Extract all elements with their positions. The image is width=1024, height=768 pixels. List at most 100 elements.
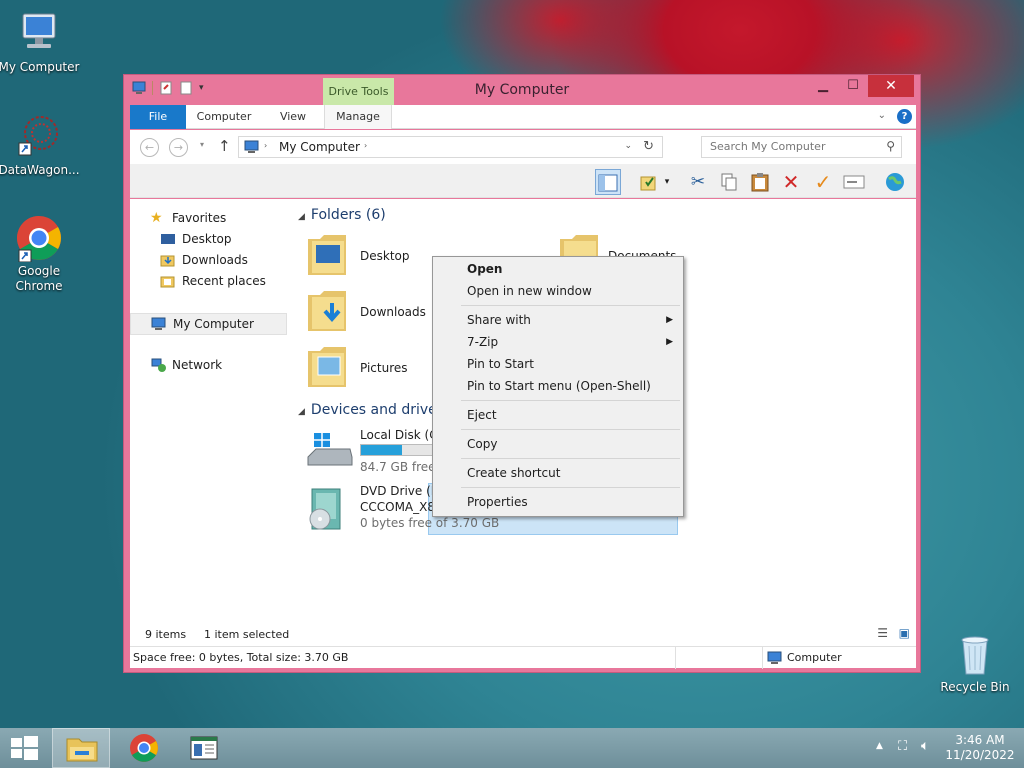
large-icons-view-icon[interactable]: ▣ [899,626,910,640]
folder-desktop-icon[interactable] [306,231,348,277]
devices-group-header[interactable]: ◢ Devices and drives [298,402,444,418]
forward-button[interactable]: → [169,138,188,157]
dropdown-icon[interactable]: ▾ [660,169,674,195]
collapse-icon[interactable]: ◢ [298,212,305,222]
network-icon [150,358,166,372]
folder-desktop-label[interactable]: Desktop [360,249,410,263]
menu-item-7zip[interactable]: 7-Zip [467,335,498,349]
volume-icon[interactable]: 🔈︎ [921,738,929,754]
search-icon[interactable]: ⚲ [886,139,895,153]
desktop-icon-datawagon[interactable]: DataWagon... [0,113,81,178]
recent-locations-icon[interactable]: ▾ [200,140,204,149]
folder-downloads-label[interactable]: Downloads [360,305,426,319]
address-bar[interactable]: › My Computer › ⌄ ↻ [238,136,663,158]
tab-manage[interactable]: Manage [324,105,392,129]
menu-item-create-shortcut[interactable]: Create shortcut [467,466,560,480]
folders-header-label: Folders (6) [310,207,386,223]
local-disk-icon[interactable] [306,427,353,473]
menu-item-pin-to-start[interactable]: Pin to Start [467,357,534,371]
nav-recent-places[interactable]: Recent places [160,274,266,288]
clock-time: 3:46 AM [955,733,1005,747]
menu-item-open[interactable]: Open [467,262,502,276]
tab-view[interactable]: View [268,105,318,129]
tab-computer[interactable]: Computer [192,105,256,129]
nav-my-computer-label: My Computer [173,317,254,331]
nav-my-computer[interactable]: My Computer [130,313,287,335]
menu-item-copy[interactable]: Copy [467,437,497,451]
menu-item-properties[interactable]: Properties [467,495,528,509]
rename-icon[interactable] [841,169,867,195]
preview-pane-icon[interactable] [595,169,621,195]
globe-icon[interactable] [882,169,908,195]
computer-small-icon [767,651,783,668]
start-button[interactable] [0,728,58,768]
local-disk-label[interactable]: Local Disk (C: [360,428,442,442]
back-button[interactable]: ← [140,138,159,157]
folder-downloads-icon[interactable] [306,287,348,333]
clock-date: 11/20/2022 [945,748,1015,762]
checkmark-icon[interactable]: ✓ [810,169,836,195]
taskbar-app[interactable] [176,728,234,768]
delete-icon[interactable]: ✕ [778,169,804,195]
nav-network[interactable]: Network [150,358,222,372]
help-icon[interactable]: ? [897,109,912,124]
selection-count: 1 item selected [204,628,290,641]
search-input[interactable]: Search My Computer ⚲ [701,136,902,158]
breadcrumb-arrow-icon[interactable]: › [364,141,367,150]
maximize-button[interactable]: ☐ [838,75,868,97]
search-placeholder: Search My Computer [710,140,826,153]
datawagon-icon [15,113,63,161]
star-icon: ★ [150,210,163,226]
context-menu: Open Open in new window Share with ▶ 7-Z… [432,256,684,517]
expand-ribbon-icon[interactable]: ⌄ [878,110,886,121]
navigation-pane: ★ Favorites Desktop Downloads Recent pla… [130,199,288,642]
show-hidden-icons[interactable]: ▲ [876,741,883,751]
menu-item-eject[interactable]: Eject [467,408,497,422]
title-bar[interactable]: ▾ Drive Tools My Computer ▁ ☐ ✕ [124,75,920,105]
paste-icon[interactable] [747,169,773,195]
clock[interactable]: 3:46 AM 11/20/2022 [940,733,1020,763]
breadcrumb-arrow-icon[interactable]: › [264,141,267,150]
windows-logo-icon [11,736,38,760]
folder-pictures-label[interactable]: Pictures [360,361,408,375]
desktop-icon-recycle-bin[interactable]: Recycle Bin [933,630,1017,695]
taskbar-file-explorer[interactable] [52,728,110,768]
properties-icon[interactable] [635,169,661,195]
window-title: My Computer [474,82,570,98]
window-app-icon [190,736,218,760]
nav-desktop[interactable]: Desktop [160,232,232,246]
network-tray-icon[interactable]: ⛶ [898,739,907,754]
chrome-icon [15,214,63,263]
taskbar-chrome[interactable] [115,728,173,768]
chrome-icon [130,734,158,762]
folder-pictures-icon[interactable] [306,343,348,389]
minimize-button[interactable]: ▁ [808,75,838,97]
local-disk-usage-fill [361,445,402,455]
menu-item-pin-to-start-menu[interactable]: Pin to Start menu (Open-Shell) [467,379,651,393]
tab-file[interactable]: File [130,105,186,129]
menu-item-share-with[interactable]: Share with [467,313,531,327]
copy-icon[interactable] [716,169,742,195]
ribbon-tabs: File Computer View Manage ⌄ ? [130,105,916,129]
dvd-drive-icon[interactable] [306,487,348,533]
details-view-icon[interactable]: ☰ [877,626,888,640]
nav-downloads[interactable]: Downloads [160,253,248,267]
taskbar: ▲ ⛶ 🔈︎ 3:46 AM 11/20/2022 [0,728,1024,768]
desktop-icon-chrome[interactable]: Google Chrome [0,214,81,294]
nav-favorites[interactable]: ★ Favorites [150,211,226,225]
close-button[interactable]: ✕ [868,75,914,97]
computer-small-icon [151,317,167,331]
dvd-volume-label: CCCOMA_X8 [360,500,435,514]
submenu-arrow-icon: ▶ [666,315,673,325]
collapse-icon[interactable]: ◢ [298,407,305,417]
refresh-icon[interactable]: ↻ [643,139,654,154]
up-arrow-icon[interactable]: ↑ [218,137,231,155]
folders-group-header[interactable]: ◢ Folders (6) [298,207,386,223]
cut-icon[interactable]: ✂ [685,169,711,195]
desktop-icon-my-computer[interactable]: My Computer [0,10,81,75]
menu-item-open-new-window[interactable]: Open in new window [467,284,592,298]
breadcrumb-my-computer[interactable]: My Computer [279,140,360,154]
nav-desktop-label: Desktop [182,232,232,246]
address-dropdown-icon[interactable]: ⌄ [624,141,632,151]
desktop-icon-label: Recycle Bin [940,680,1010,694]
